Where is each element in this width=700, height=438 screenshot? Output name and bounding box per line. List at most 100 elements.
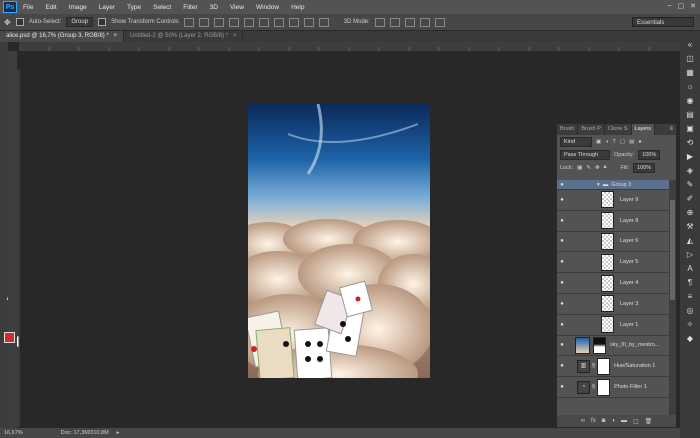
layer-row[interactable]: ● Layer 6 xyxy=(557,232,670,253)
3d-slide-icon[interactable] xyxy=(419,17,430,27)
tab-clone-source[interactable]: Clone S xyxy=(605,124,632,135)
mask-icon[interactable]: ◙ xyxy=(602,418,606,424)
link-icon[interactable]: ∞ xyxy=(581,418,585,424)
3d-rotate-icon[interactable] xyxy=(374,17,385,27)
trash-icon[interactable]: 🗑︎ xyxy=(645,418,653,425)
align-bottom-icon[interactable] xyxy=(213,17,224,27)
menu-view[interactable]: View xyxy=(224,4,250,11)
layer-row[interactable]: ● Layer 3 xyxy=(557,294,670,315)
layer-row[interactable]: ● ◔ § Photo Filter 1 xyxy=(557,377,670,398)
properties-panel-icon[interactable]: ≡ xyxy=(685,293,695,301)
menu-window[interactable]: Window xyxy=(250,4,285,11)
character-panel-icon[interactable]: A xyxy=(685,265,695,273)
visibility-eye-icon[interactable]: ● xyxy=(557,384,567,390)
filter-type-icon[interactable]: T xyxy=(613,139,616,145)
collapse-icon[interactable]: « xyxy=(685,41,695,49)
layer-row[interactable]: ● Layer 5 xyxy=(557,252,670,274)
distribute-middle-icon[interactable] xyxy=(288,17,299,27)
layers-scrollbar[interactable] xyxy=(669,180,676,415)
swatches-panel-icon[interactable]: ▦ xyxy=(685,69,695,77)
filter-adjustment-icon[interactable]: ◑ xyxy=(605,139,608,145)
filter-pixel-icon[interactable]: ▣ xyxy=(596,139,601,145)
layer-row[interactable]: ● Layer 8 xyxy=(557,211,670,232)
show-transform-checkbox[interactable] xyxy=(98,18,107,26)
tab-brush-presets[interactable]: Brush P xyxy=(578,124,605,135)
menu-layer[interactable]: Layer xyxy=(93,4,121,11)
fx-icon[interactable]: fx xyxy=(591,418,596,424)
folder-icon[interactable]: ▬ xyxy=(621,418,627,424)
3d-pan-icon[interactable] xyxy=(404,17,415,27)
paths-panel-icon[interactable]: ✧ xyxy=(685,321,695,329)
group-expand-icon[interactable]: ▾ xyxy=(597,182,600,188)
histogram-panel-icon[interactable]: ▣ xyxy=(685,125,695,133)
layers-panel-icon[interactable]: ◆ xyxy=(685,335,695,343)
info-panel-icon[interactable]: ▤ xyxy=(685,111,695,119)
zoom-level[interactable]: 16,67% xyxy=(4,430,23,436)
menu-type[interactable]: Type xyxy=(121,4,147,11)
menu-file[interactable]: File xyxy=(17,4,39,11)
tool-presets-panel-icon[interactable]: ⚒ xyxy=(685,223,695,231)
visibility-eye-icon[interactable]: ● xyxy=(557,197,567,203)
visibility-eye-icon[interactable]: ● xyxy=(557,322,567,328)
menu-image[interactable]: Image xyxy=(63,4,93,11)
menu-select[interactable]: Select xyxy=(147,4,177,11)
kind-filter-dropdown[interactable]: Kind xyxy=(560,136,592,147)
filter-toggle-icon[interactable]: ● xyxy=(638,139,641,145)
actions-panel-icon[interactable]: ▶ xyxy=(685,153,695,161)
align-center-icon[interactable] xyxy=(243,17,254,27)
visibility-eye-icon[interactable]: ● xyxy=(557,342,567,348)
auto-select-checkbox[interactable] xyxy=(15,18,24,26)
visibility-eye-icon[interactable]: ● xyxy=(557,218,567,224)
status-arrow-icon[interactable]: ▸ xyxy=(117,430,120,436)
paragraph-panel-icon[interactable]: ¶ xyxy=(685,279,695,287)
align-right-icon[interactable] xyxy=(258,17,269,27)
visibility-eye-icon[interactable]: ● xyxy=(557,363,567,369)
move-tool-icon[interactable]: ✥ xyxy=(4,18,11,27)
visibility-eye-icon[interactable]: ● xyxy=(557,259,567,265)
tab-untitled-2[interactable]: Untitled-2 @ 50% (Layer 2, RGB/8) * × xyxy=(124,31,244,42)
layer-row[interactable]: ● ▥ § Hue/Saturation 1 xyxy=(557,356,670,378)
visibility-eye-icon[interactable]: ● xyxy=(557,301,567,307)
styles-panel-icon[interactable]: ◉ xyxy=(685,97,695,105)
visibility-eye-icon[interactable]: ● xyxy=(557,182,567,188)
fill-input[interactable]: 100% xyxy=(633,162,656,173)
close-button[interactable]: ✕ xyxy=(690,2,696,10)
clone-source-panel-icon[interactable]: ⊕ xyxy=(685,209,695,217)
tab-layers[interactable]: Layers xyxy=(631,124,656,135)
filter-smart-object-icon[interactable]: ▤ xyxy=(629,139,634,145)
layer-row[interactable]: ● Layer 1 xyxy=(557,315,670,336)
lock-position-icon[interactable]: ✥ xyxy=(595,165,600,171)
distribute-bottom-icon[interactable] xyxy=(303,17,314,27)
maximize-button[interactable]: ▢ xyxy=(678,2,685,10)
auto-select-dropdown[interactable]: Group xyxy=(66,17,94,27)
brush-panel-icon[interactable]: ✎ xyxy=(685,181,695,189)
foreground-color-swatch[interactable] xyxy=(4,332,15,343)
layer-row[interactable]: ● Layer 9 xyxy=(557,190,670,211)
align-left-icon[interactable] xyxy=(228,17,239,27)
opacity-input[interactable]: 100% xyxy=(638,149,661,160)
tab-close-icon[interactable]: × xyxy=(113,33,117,39)
lock-all-icon[interactable]: 🔒︎ xyxy=(604,164,607,171)
3d-panel-icon[interactable]: ◭ xyxy=(685,237,695,245)
menu-filter[interactable]: Filter xyxy=(177,4,203,11)
workspace-dropdown[interactable]: Essentials xyxy=(632,17,694,27)
history-panel-icon[interactable]: ⟲ xyxy=(685,139,695,147)
menu-3d[interactable]: 3D xyxy=(204,4,224,11)
layer-row[interactable]: ● Layer 4 xyxy=(557,273,670,294)
3d-roll-icon[interactable] xyxy=(389,17,400,27)
panel-menu-icon[interactable]: ≡ xyxy=(669,124,676,135)
color-panel-icon[interactable]: ◫ xyxy=(685,55,695,63)
tab-alice[interactable]: alice.psd @ 16,7% (Group 3, RGB/8) * × xyxy=(0,31,124,42)
distribute-top-icon[interactable] xyxy=(273,17,284,27)
3d-scale-icon[interactable] xyxy=(434,17,445,27)
new-layer-icon[interactable]: ▢ xyxy=(633,418,639,425)
tab-close-icon[interactable]: × xyxy=(233,33,237,39)
tab-brush[interactable]: Brush xyxy=(557,124,579,135)
align-top-icon[interactable] xyxy=(183,17,194,27)
visibility-eye-icon[interactable]: ● xyxy=(557,238,567,244)
visibility-eye-icon[interactable]: ● xyxy=(557,280,567,286)
adjustments-panel-icon[interactable]: ☼ xyxy=(685,83,695,91)
lock-transparent-icon[interactable]: ▦ xyxy=(577,165,582,171)
menu-edit[interactable]: Edit xyxy=(39,4,62,11)
layer-row-group[interactable]: ● ▾ ▬ Group 3 xyxy=(557,180,670,190)
